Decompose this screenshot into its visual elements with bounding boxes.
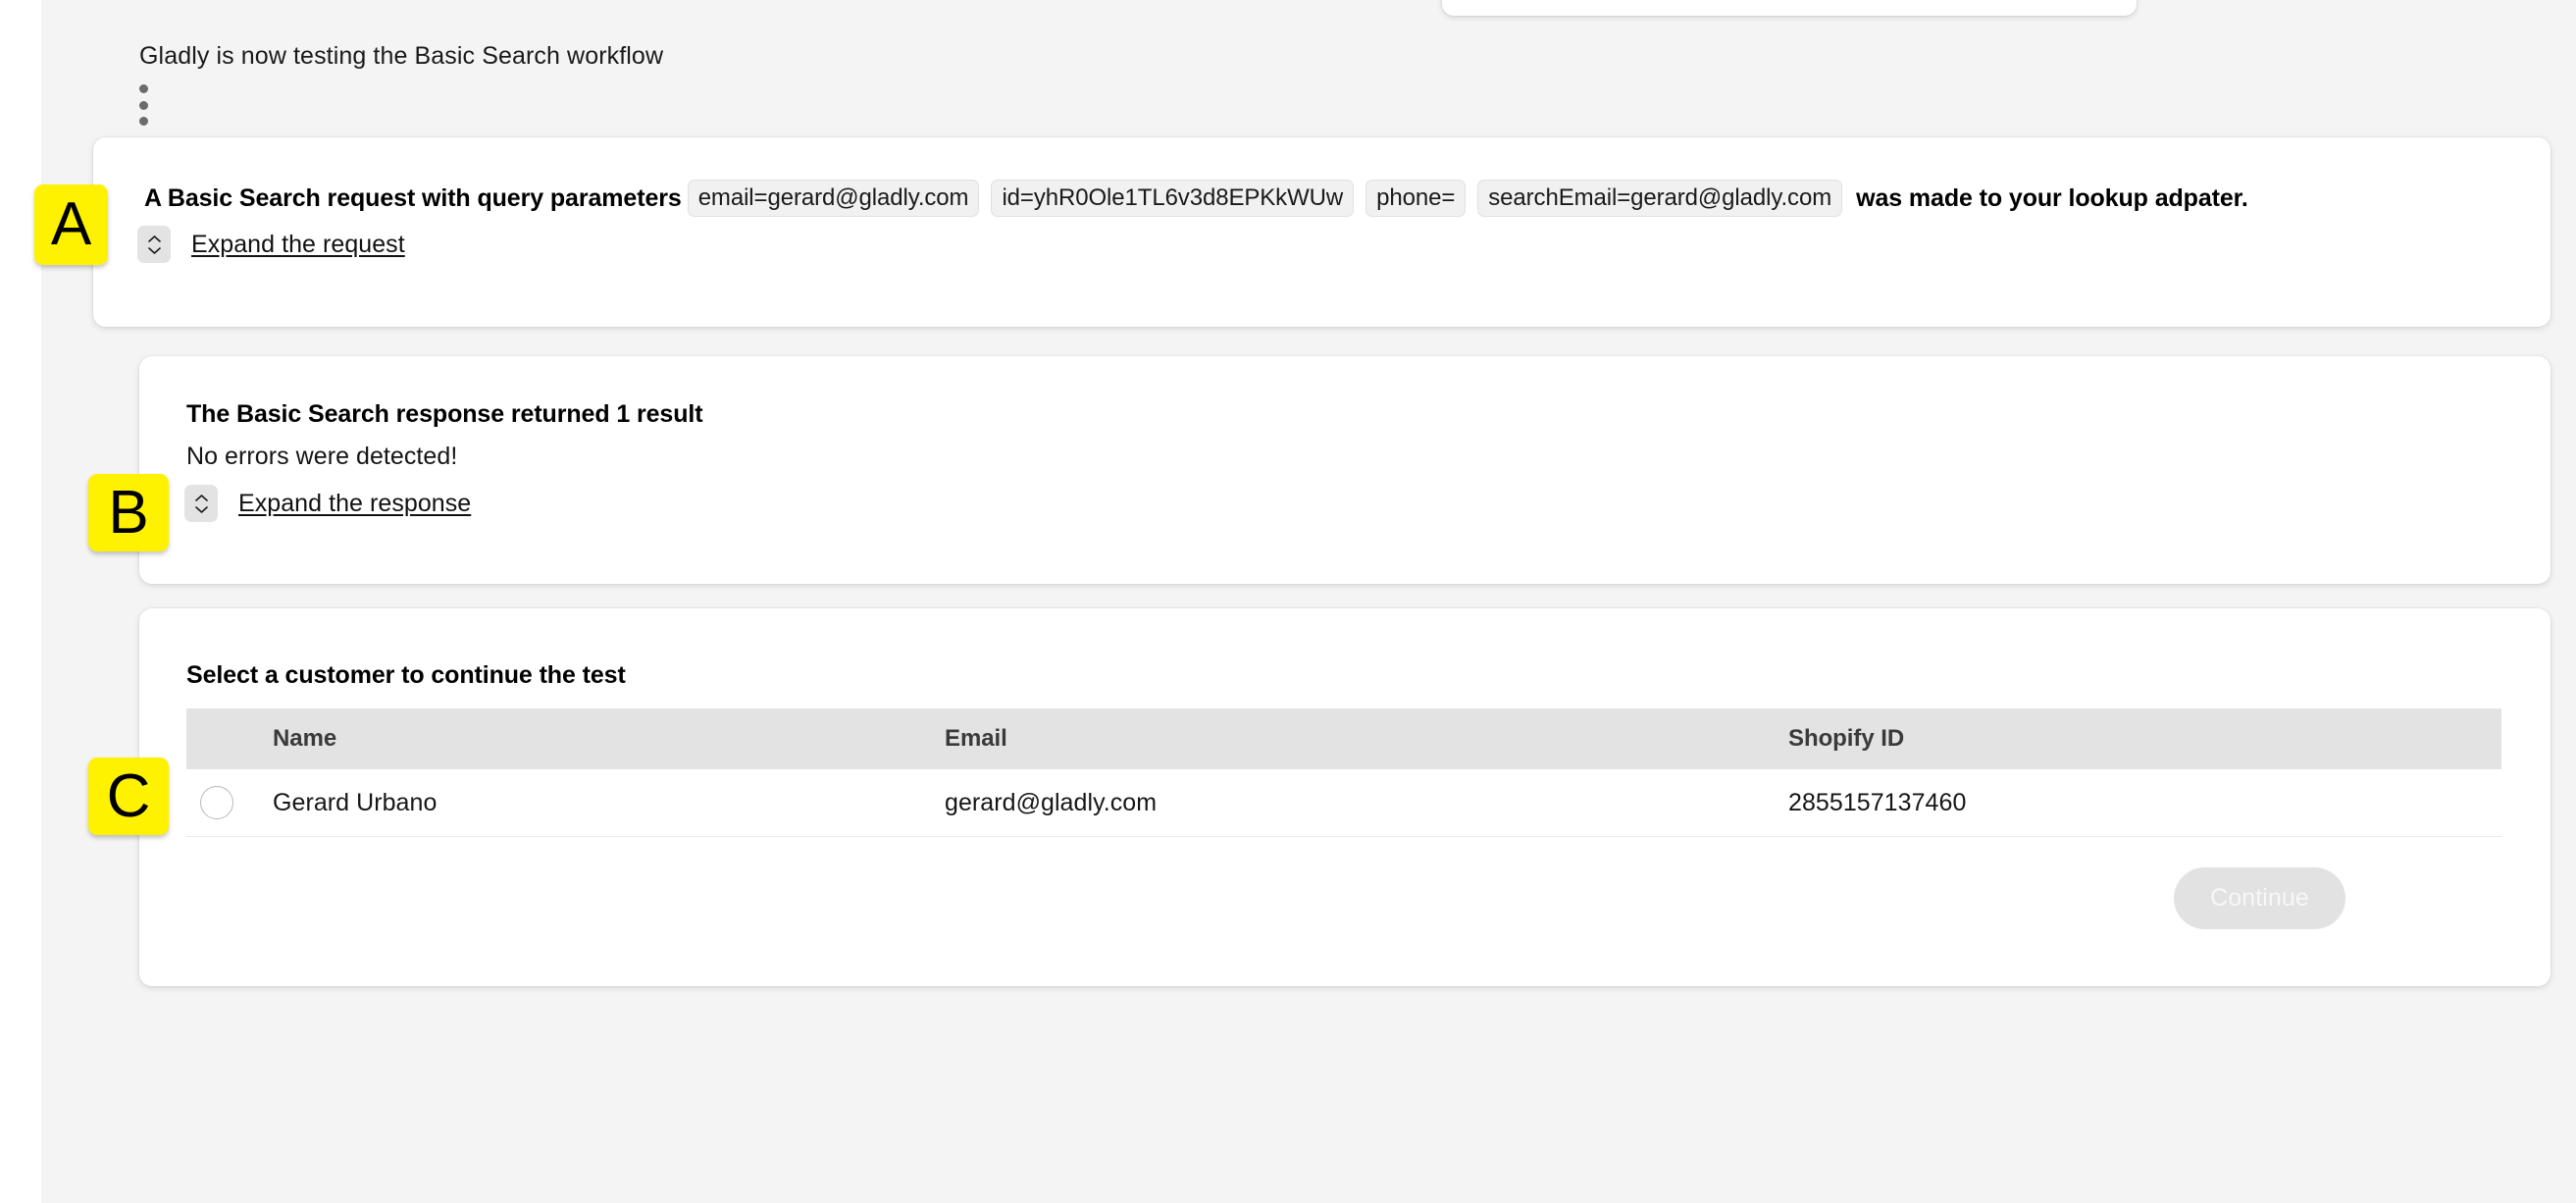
annotation-badge-a: A [34, 184, 108, 265]
response-subtitle: No errors were detected! [186, 443, 458, 470]
expand-response-row: Expand the response [184, 485, 471, 522]
request-summary-line: A Basic Search request with query parame… [144, 180, 2248, 218]
request-lead-text: A Basic Search request with query parame… [144, 183, 682, 212]
kebab-dot [138, 84, 148, 93]
table-row[interactable]: Gerard Urbano gerard@gladly.com 28551571… [186, 769, 2501, 837]
table-header-shopify-id: Shopify ID [1788, 708, 2501, 769]
expand-request-link[interactable]: Expand the request [191, 231, 405, 259]
chevron-up-icon [147, 235, 161, 242]
query-param-chip-phone: phone= [1365, 180, 1467, 218]
chevron-down-icon [147, 246, 161, 254]
request-tail-text: was made to your lookup adpater. [1856, 183, 2248, 212]
annotation-badge-b: B [88, 474, 169, 551]
annotation-badge-c: C [88, 758, 169, 835]
table-header-row: Name Email Shopify ID [186, 708, 2501, 769]
table-cell-select [186, 769, 273, 837]
request-card [93, 137, 2550, 327]
continue-button[interactable]: Continue [2174, 867, 2345, 929]
query-param-chip-id: id=yhR0Ole1TL6v3d8EPKkWUw [991, 180, 1355, 218]
table-cell-name: Gerard Urbano [273, 769, 945, 837]
intro-text: Gladly is now testing the Basic Search w… [139, 42, 664, 70]
expand-request-toggle-button[interactable] [137, 226, 171, 263]
query-param-chip-search-email: searchEmail=gerard@gladly.com [1477, 180, 1843, 218]
table-header: Name Email Shopify ID [186, 708, 2501, 769]
expand-response-link[interactable]: Expand the response [238, 490, 471, 518]
chevron-down-icon [194, 505, 208, 513]
left-rail [0, 0, 41, 1203]
table-body: Gerard Urbano gerard@gladly.com 28551571… [186, 769, 2501, 837]
customer-select-radio[interactable] [200, 786, 233, 819]
table-header-select [186, 708, 273, 769]
chevron-up-icon [194, 494, 208, 501]
kebab-dot [138, 100, 148, 110]
kebab-dot [138, 117, 148, 126]
table-header-name: Name [273, 708, 945, 769]
expand-request-row: Expand the request [137, 226, 405, 263]
more-options-icon[interactable] [137, 84, 149, 126]
response-card [139, 356, 2550, 584]
top-partial-card [1442, 0, 2137, 16]
query-param-chip-email: email=gerard@gladly.com [687, 180, 980, 218]
table-cell-shopify-id: 2855157137460 [1788, 769, 2501, 837]
table-cell-email: gerard@gladly.com [945, 769, 1788, 837]
customer-select-title: Select a customer to continue the test [186, 661, 626, 689]
customer-results-table: Name Email Shopify ID Gerard Urbano gera… [186, 708, 2501, 837]
expand-response-toggle-button[interactable] [184, 485, 218, 522]
response-title: The Basic Search response returned 1 res… [186, 400, 703, 428]
table-header-email: Email [945, 708, 1788, 769]
